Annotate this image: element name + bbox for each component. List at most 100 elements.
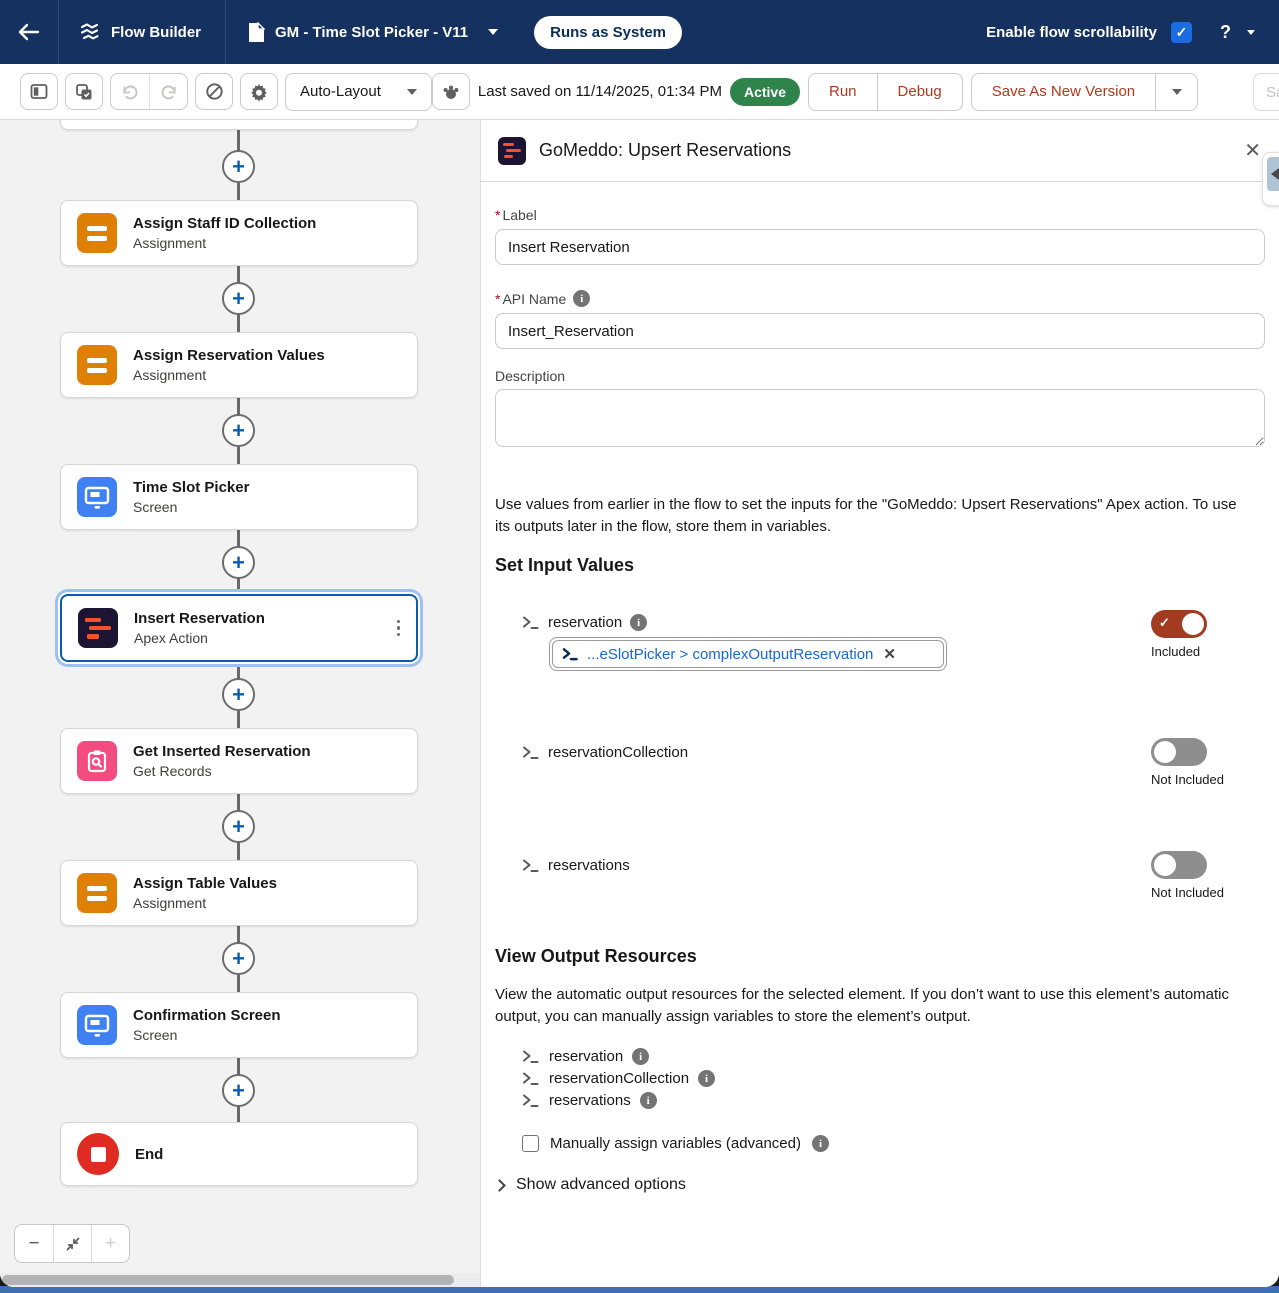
node-type: Apex Action xyxy=(134,630,265,646)
debug-button[interactable]: Debug xyxy=(877,74,962,110)
node-assign-reservation-values[interactable]: Assign Reservation ValuesAssignment xyxy=(60,332,418,398)
help-caret-icon xyxy=(1247,30,1255,35)
node-label: Insert Reservation xyxy=(134,610,265,627)
scrollbar-thumb[interactable] xyxy=(2,1275,454,1285)
flow-canvas[interactable]: + Assign Staff ID CollectionAssignment +… xyxy=(0,120,480,1287)
description-textarea[interactable] xyxy=(495,389,1265,447)
view-output-resources-heading: View Output Resources xyxy=(495,946,1259,967)
node-assign-staff-id-collection[interactable]: Assign Staff ID CollectionAssignment xyxy=(60,200,418,266)
assignment-icon xyxy=(77,345,117,385)
layout-mode-select[interactable]: Auto-Layout xyxy=(285,73,432,111)
add-element-button[interactable]: + xyxy=(222,546,255,579)
node-label: Get Inserted Reservation xyxy=(133,743,311,760)
window-bottom-strip xyxy=(0,1286,1279,1293)
redo-button[interactable] xyxy=(149,74,187,109)
undo-redo-group xyxy=(110,73,188,110)
flow-title-menu[interactable]: GM - Time Slot Picker - V11 xyxy=(226,22,512,43)
apex-variable-icon xyxy=(522,745,540,760)
show-advanced-options[interactable]: Show advanced options xyxy=(495,1176,1259,1194)
save-button[interactable]: Save xyxy=(1253,73,1279,111)
settings-button[interactable] xyxy=(240,73,278,110)
output-info-icon[interactable]: i xyxy=(640,1092,657,1109)
back-button[interactable] xyxy=(0,23,58,41)
status-badge: Active xyxy=(730,78,800,106)
add-element-button[interactable]: + xyxy=(222,414,255,447)
input-name: reservations xyxy=(548,857,630,874)
add-element-button[interactable]: + xyxy=(222,942,255,975)
canvas-horizontal-scrollbar[interactable] xyxy=(0,1273,480,1287)
flow-tests-button[interactable] xyxy=(432,73,470,110)
zoom-in-button[interactable]: + xyxy=(91,1225,129,1262)
output-row-reservations: reservations i xyxy=(522,1092,1259,1109)
node-time-slot-picker[interactable]: Time Slot PickerScreen xyxy=(60,464,418,530)
reservations-toggle-block: Not Included xyxy=(1151,851,1241,900)
label-field-label: *Label xyxy=(495,207,1259,223)
undo-icon xyxy=(120,83,140,101)
scrollability-checkbox[interactable]: ✓ xyxy=(1171,22,1192,43)
node-label: Time Slot Picker xyxy=(133,479,249,496)
run-debug-group: Run Debug xyxy=(808,73,963,111)
node-type: Screen xyxy=(133,1027,281,1043)
node-insert-reservation-selected[interactable]: Insert Reservation Apex Action xyxy=(60,594,418,662)
save-options-caret-button[interactable] xyxy=(1155,74,1197,110)
apex-intro-text: Use values from earlier in the flow to s… xyxy=(495,494,1255,538)
manual-assign-info-icon[interactable]: i xyxy=(812,1135,829,1152)
add-element-button[interactable]: + xyxy=(222,1074,255,1107)
reservations-include-toggle[interactable] xyxy=(1151,851,1207,879)
add-element-button[interactable]: + xyxy=(222,810,255,843)
description-field-label: Description xyxy=(495,368,1259,384)
toggle-element-panel-button[interactable] xyxy=(20,73,58,110)
collapse-panel-toggle[interactable] xyxy=(1262,152,1279,206)
api-name-input[interactable] xyxy=(495,313,1265,349)
node-type: Get Records xyxy=(133,763,311,779)
manual-assign-checkbox[interactable] xyxy=(522,1135,539,1152)
flow-builder-icon xyxy=(79,22,101,42)
toggle-state-label: Not Included xyxy=(1151,885,1241,900)
reservation-collection-include-toggle[interactable] xyxy=(1151,738,1207,766)
reservation-info-icon[interactable]: i xyxy=(630,614,647,631)
node-partial[interactable] xyxy=(60,120,418,130)
node-label: Assign Reservation Values xyxy=(133,347,325,364)
node-get-inserted-reservation[interactable]: Get Inserted Reservation Get Records xyxy=(60,728,418,794)
help-menu[interactable]: ? xyxy=(1220,22,1255,43)
add-element-button[interactable]: + xyxy=(222,678,255,711)
label-input[interactable] xyxy=(495,229,1265,265)
document-icon xyxy=(248,22,265,43)
reservation-include-toggle[interactable]: ✓ xyxy=(1151,610,1207,638)
apex-variable-icon xyxy=(522,615,540,630)
reservation-value-combobox[interactable]: ...eSlotPicker > complexOutputReservatio… xyxy=(549,637,947,671)
add-element-button[interactable]: + xyxy=(222,282,255,315)
undo-button[interactable] xyxy=(111,74,149,109)
check-icon: ✓ xyxy=(1159,615,1170,631)
panel-body: *Label *API Name i Description Use value… xyxy=(481,207,1279,1194)
view-output-description: View the automatic output resources for … xyxy=(495,984,1240,1028)
collapse-chevron-button[interactable] xyxy=(1267,157,1279,191)
input-parameters: reservation i ...eSlotPicker > complexOu… xyxy=(495,614,1259,936)
layout-select-caret-icon xyxy=(407,89,417,95)
api-name-info-icon[interactable]: i xyxy=(573,290,590,307)
zoom-out-button[interactable]: − xyxy=(15,1225,53,1262)
node-confirmation-screen[interactable]: Confirmation Screen Screen xyxy=(60,992,418,1058)
output-info-icon[interactable]: i xyxy=(698,1070,715,1087)
run-button[interactable]: Run xyxy=(809,74,877,110)
scrollability-label: Enable flow scrollability xyxy=(986,24,1157,41)
show-advanced-label: Show advanced options xyxy=(516,1176,686,1194)
apex-variable-icon xyxy=(562,647,579,661)
node-label: Confirmation Screen xyxy=(133,1007,281,1024)
output-name: reservations xyxy=(549,1092,631,1109)
select-elements-button[interactable] xyxy=(65,73,103,110)
output-info-icon[interactable]: i xyxy=(632,1048,649,1065)
redo-icon xyxy=(159,83,179,101)
save-as-new-version-button[interactable]: Save As New Version xyxy=(972,74,1155,110)
remove-value-button[interactable]: ✕ xyxy=(883,645,896,663)
node-menu-button[interactable] xyxy=(397,620,401,637)
fit-to-view-button[interactable] xyxy=(53,1225,91,1262)
input-name: reservation xyxy=(548,614,622,631)
node-assign-table-values[interactable]: Assign Table ValuesAssignment xyxy=(60,860,418,926)
copy-elements-icon xyxy=(74,82,94,102)
reservation-collection-toggle-block: Not Included xyxy=(1151,738,1241,787)
node-end[interactable]: End xyxy=(60,1122,418,1186)
cut-connector-button[interactable] xyxy=(195,73,233,110)
close-panel-button[interactable]: ✕ xyxy=(1244,141,1261,161)
add-element-button[interactable]: + xyxy=(222,150,255,183)
